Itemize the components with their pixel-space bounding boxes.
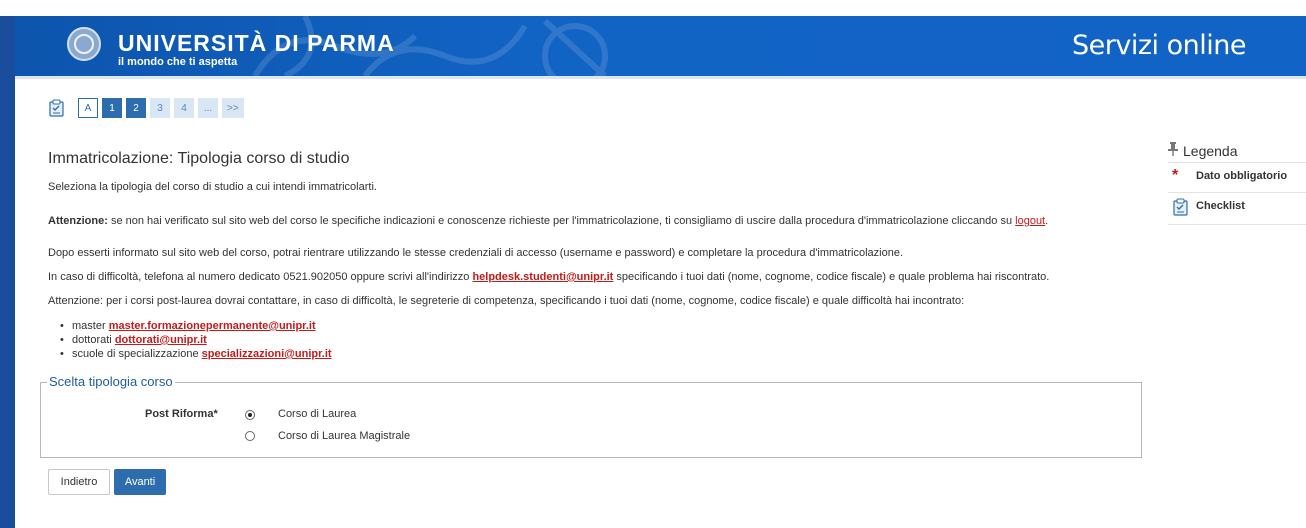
- specializzazioni-email-link[interactable]: specializzazioni@unipr.it: [202, 348, 332, 360]
- warning-label: Attenzione:: [48, 215, 108, 227]
- warning-end: .: [1045, 215, 1049, 227]
- clipboard-icon: [1173, 198, 1188, 216]
- step-ellipsis[interactable]: ...: [198, 98, 218, 118]
- master-email-link[interactable]: master.formazionepermanente@unipr.it: [109, 320, 316, 332]
- radio-corso-di-laurea[interactable]: [245, 410, 255, 420]
- step-navigation: A 1 2 3 4 ... >>: [48, 97, 248, 119]
- help-paragraph: In caso di difficoltà, telefona al numer…: [48, 271, 1049, 283]
- service-title: Servizi online: [1072, 30, 1246, 61]
- help-text-after: specificando i tuoi dati (nome, cognome,…: [613, 271, 1050, 283]
- step-2[interactable]: 2: [126, 98, 146, 118]
- return-paragraph: Dopo esserti informato sul sito web del …: [48, 247, 903, 259]
- asterisk-icon: *: [1172, 167, 1179, 184]
- top-strip: [0, 0, 1306, 16]
- step-3[interactable]: 3: [150, 98, 170, 118]
- warning-text: se non hai verificato sul sito web del c…: [107, 215, 1016, 227]
- radio-corso-di-laurea-magistrale[interactable]: [245, 431, 255, 441]
- header-divider: [15, 76, 1306, 79]
- fieldset-legend: Scelta tipologia corso: [47, 374, 175, 389]
- intro-text: Seleziona la tipologia del corso di stud…: [48, 181, 377, 193]
- postlaurea-paragraph: Attenzione: per i corsi post-laurea dovr…: [48, 295, 965, 307]
- radio-label-corso-di-laurea[interactable]: Corso di Laurea: [278, 408, 356, 420]
- dottorati-email-link[interactable]: dottorati@unipr.it: [115, 334, 207, 346]
- page-title: Immatricolazione: Tipologia corso di stu…: [48, 150, 350, 167]
- step-next[interactable]: >>: [222, 98, 244, 118]
- list-item: • scuole di specializzazione specializzaz…: [60, 348, 332, 360]
- pin-icon: [1168, 142, 1178, 159]
- list-item: • master master.formazionepermanente@unip…: [60, 320, 316, 332]
- list-item: • dottorati dottorati@unipr.it: [60, 334, 207, 346]
- left-border: [0, 16, 15, 528]
- legend-item-checklist: Checklist: [1168, 192, 1306, 225]
- step-1[interactable]: 1: [102, 98, 122, 118]
- university-name[interactable]: UNIVERSITÀ DI PARMA: [118, 30, 395, 57]
- site-header: UNIVERSITÀ DI PARMA il mondo che ti aspe…: [15, 16, 1306, 76]
- clipboard-icon: [49, 99, 64, 117]
- helpdesk-email-link[interactable]: helpdesk.studenti@unipr.it: [472, 271, 613, 283]
- legend-item-required: * Dato obbligatorio: [1168, 162, 1306, 192]
- legend-title: Legenda: [1168, 142, 1238, 159]
- university-seal-logo[interactable]: [67, 27, 101, 61]
- back-button[interactable]: Indietro: [48, 469, 110, 495]
- step-4[interactable]: 4: [174, 98, 194, 118]
- logout-link[interactable]: logout: [1015, 215, 1045, 227]
- radio-label-corso-di-laurea-magistrale[interactable]: Corso di Laurea Magistrale: [278, 430, 410, 442]
- legend-item-label: Checklist: [1196, 200, 1245, 212]
- contacts-list: • master master.formazionepermanente@unip…: [60, 319, 332, 361]
- course-type-fieldset: [40, 382, 1142, 458]
- step-a[interactable]: A: [78, 98, 98, 118]
- legend-item-label: Dato obbligatorio: [1196, 170, 1288, 182]
- post-riforma-label: Post Riforma*: [145, 408, 218, 420]
- university-tagline: il mondo che ti aspetta: [118, 56, 238, 68]
- warning-paragraph: Attenzione: se non hai verificato sul si…: [48, 215, 1048, 227]
- next-button[interactable]: Avanti: [114, 469, 166, 495]
- help-text-before: In caso di difficoltà, telefona al numer…: [48, 271, 473, 283]
